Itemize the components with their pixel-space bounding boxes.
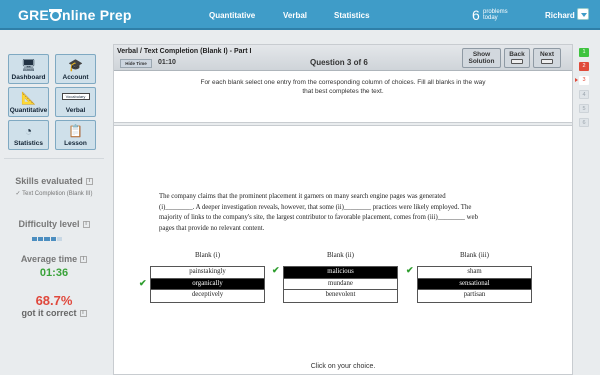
choice-option[interactable]: deceptively (151, 290, 264, 302)
graduation-cap-icon: 🎓 (68, 58, 83, 72)
show-solution-button[interactable]: Show Solution (462, 48, 501, 68)
chevron-down-icon[interactable] (577, 8, 589, 20)
nav-quantitative[interactable]: Quantitative (209, 11, 255, 20)
check-icon: ✔ (406, 265, 414, 275)
graduation-cap-icon (48, 9, 62, 21)
choice-option[interactable]: organically (151, 278, 264, 290)
back-button[interactable]: Back (504, 48, 530, 68)
nav-verbal[interactable]: Verbal (283, 11, 307, 20)
compass-icon: 📐 (21, 91, 36, 105)
info-icon[interactable]: i (85, 178, 93, 186)
top-bar: GRE nline Prep Quantitative Verbal Statis… (0, 0, 600, 30)
difficulty-segment (32, 237, 38, 241)
computer-icon: 🖥 (20, 58, 37, 72)
click-instruction: Click on your choice. (310, 363, 376, 370)
percent-correct-value: 68.7% (35, 293, 73, 308)
check-icon: ✔ (139, 278, 147, 288)
skills-heading: Skills evaluated i (0, 176, 108, 186)
difficulty-segment (38, 237, 44, 241)
difficulty-heading: Difficulty level i (0, 219, 108, 229)
info-icon[interactable]: i (82, 221, 90, 229)
average-time-heading: Average time i (0, 254, 108, 264)
blank-ii-choices: malicious mundane benevolent (283, 266, 398, 303)
choice-option[interactable]: partisan (418, 290, 531, 302)
choice-option[interactable]: painstakingly (151, 267, 264, 279)
divider (4, 158, 104, 159)
blank-iii-choices: sham sensational partisan (417, 266, 532, 303)
clipboard-icon: 📋 (68, 124, 83, 138)
blank-ii-heading: Blank (ii) (326, 251, 355, 259)
problem-count: 6 (472, 7, 480, 23)
dashboard-tile[interactable]: 🖥 Dashboard (8, 54, 49, 84)
quantitative-tile[interactable]: 📐 Quantitative (8, 87, 49, 117)
question-nav-6[interactable]: 6 (579, 118, 589, 127)
passage: The company claims that the prominent pl… (159, 193, 478, 232)
question-nav-2[interactable]: 2 (579, 62, 589, 71)
info-icon[interactable]: i (79, 310, 87, 318)
statistics-tile[interactable]: ◔ Statistics (8, 120, 49, 150)
verbal-tile[interactable]: Vocabulary Verbal (55, 87, 96, 117)
question-header: Verbal / Text Completion (Blank I) - Par… (114, 45, 572, 71)
check-icon: ✔ (272, 265, 280, 275)
question-nav-1[interactable]: 1 (579, 48, 589, 57)
account-tile[interactable]: 🎓 Account (55, 54, 96, 84)
lesson-tile[interactable]: 📋 Lesson (55, 120, 96, 150)
question-nav-3[interactable]: 3 (575, 76, 589, 85)
arrow-left-icon (511, 59, 523, 64)
question-panel: Verbal / Text Completion (Blank I) - Par… (113, 44, 573, 375)
choice-option[interactable]: sham (418, 267, 531, 279)
difficulty-segment (44, 237, 50, 241)
logo[interactable]: GRE nline Prep (18, 7, 132, 23)
choice-option[interactable]: mundane (284, 278, 397, 290)
question-title: Verbal / Text Completion (Blank I) - Par… (117, 48, 252, 55)
difficulty-segment (56, 237, 63, 241)
difficulty-segment (50, 237, 56, 241)
next-button[interactable]: Next (533, 48, 561, 68)
question-number: Question 3 of 6 (310, 58, 368, 67)
nav-statistics[interactable]: Statistics (334, 11, 370, 20)
percent-correct-label: got it correct i (0, 308, 108, 318)
instructions: For each blank select one entry from the… (200, 79, 486, 95)
difficulty-meter (32, 237, 63, 241)
blank-i-heading: Blank (i) (194, 251, 221, 259)
choice-option[interactable]: malicious (284, 267, 397, 279)
question-nav-5[interactable]: 5 (579, 104, 589, 113)
section-divider (114, 122, 572, 126)
blank-iii-heading: Blank (iii) (460, 251, 489, 259)
choice-option[interactable]: sensational (418, 278, 531, 290)
user-name[interactable]: Richard (545, 11, 575, 20)
sidebar: 🖥 Dashboard 🎓 Account 📐 Quantitative Voc… (0, 32, 108, 375)
choice-option[interactable]: benevolent (284, 290, 397, 302)
pie-chart-icon: ◔ (24, 124, 33, 138)
hide-time-button[interactable]: Hide Time (120, 59, 152, 68)
problem-count-label: problems today (483, 9, 508, 21)
vocabulary-icon: Vocabulary (61, 93, 90, 100)
question-nav-4[interactable]: 4 (579, 90, 589, 99)
info-icon[interactable]: i (80, 256, 88, 264)
blank-i-choices: painstakingly organically deceptively (150, 266, 265, 303)
skill-item: ✓ Text Completion (Blank III) (15, 191, 93, 197)
arrow-right-icon (541, 59, 553, 64)
timer: 01:10 (158, 59, 176, 66)
average-time-value: 01:36 (39, 267, 69, 279)
